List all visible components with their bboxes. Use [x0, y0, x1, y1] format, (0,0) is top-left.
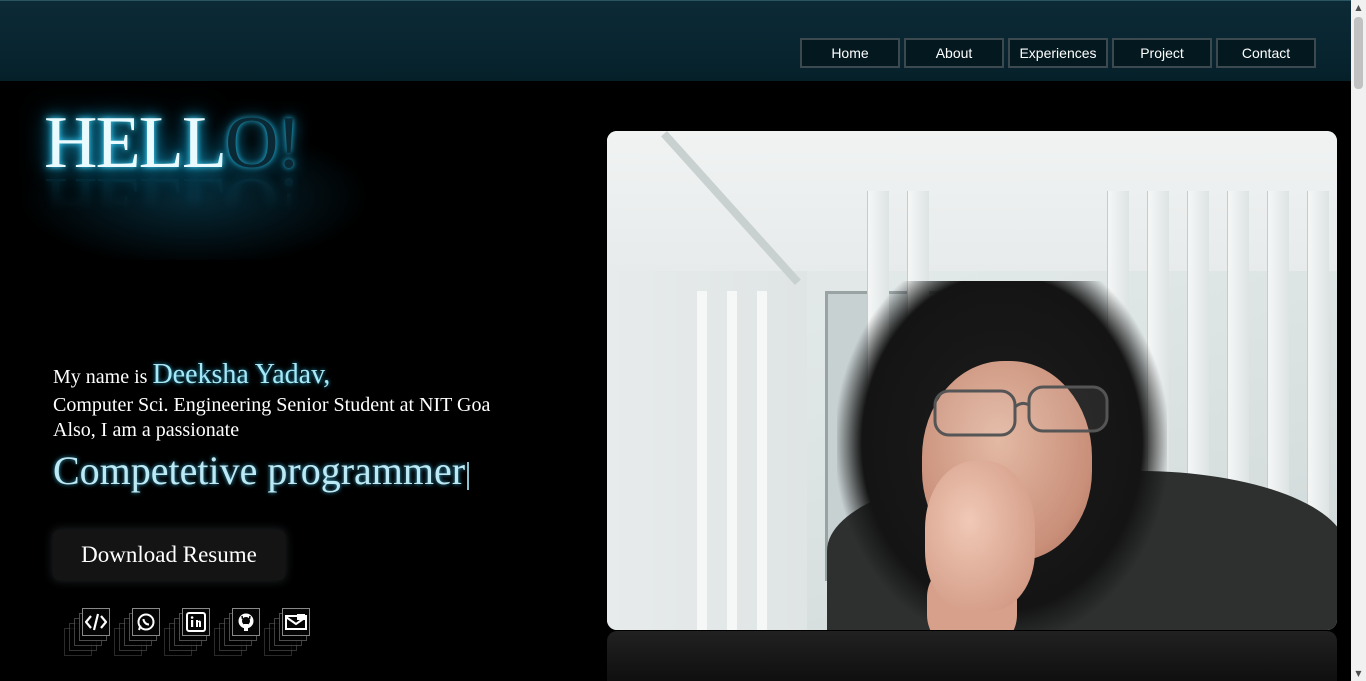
profile-photo	[607, 131, 1337, 630]
nav-about-button[interactable]: About	[904, 38, 1004, 68]
github-link[interactable]	[214, 608, 260, 656]
hello-heading: HELLO!	[44, 100, 301, 186]
linkedin-link[interactable]	[164, 608, 210, 656]
nav-experiences-button[interactable]: Experiences	[1008, 38, 1108, 68]
typed-text: Competetive programmer	[53, 446, 470, 496]
site-header: Home About Experiences Project Contact	[0, 0, 1351, 81]
email-link[interactable]	[264, 608, 310, 656]
passion-line: Also, I am a passionate	[53, 419, 240, 441]
scroll-down-arrow-icon[interactable]: ▼	[1354, 669, 1363, 678]
person-name: Deeksha Yadav,	[152, 359, 331, 390]
role-line: Computer Sci. Engineering Senior Student…	[53, 394, 491, 416]
intro-prefix: My name is	[53, 366, 153, 388]
hello-heading-dim: O!	[225, 102, 301, 184]
linkedin-icon	[182, 608, 210, 636]
github-icon	[232, 608, 260, 636]
code-icon	[82, 608, 110, 636]
typing-caret	[467, 462, 470, 490]
typed-text-value: Competetive programmer	[53, 448, 466, 493]
photo-blind-stripe	[727, 291, 737, 630]
photo-person-hand	[925, 461, 1035, 611]
social-links	[64, 608, 310, 656]
nav-home-button[interactable]: Home	[800, 38, 900, 68]
nav-contact-button[interactable]: Contact	[1216, 38, 1316, 68]
whatsapp-link[interactable]	[114, 608, 160, 656]
intro-text: My name is Deeksha Yadav, Computer Sci. …	[53, 359, 533, 496]
intro-line: My name is Deeksha Yadav,	[53, 359, 533, 393]
mail-icon	[282, 608, 310, 636]
photo-glasses	[933, 385, 1109, 437]
hello-heading-block: HELLO! HELLO!	[4, 100, 384, 260]
nav-project-button[interactable]: Project	[1112, 38, 1212, 68]
whatsapp-icon	[132, 608, 160, 636]
hello-heading-bright: HELL	[44, 102, 227, 184]
scrollbar-thumb[interactable]	[1354, 17, 1363, 89]
profile-photo-reflection	[607, 631, 1337, 681]
code-profile-link[interactable]	[64, 608, 110, 656]
photo-blind-stripe	[757, 291, 767, 630]
download-resume-button[interactable]: Download Resume	[53, 530, 285, 580]
photo-blind-stripe	[697, 291, 707, 630]
scroll-up-arrow-icon[interactable]: ▲	[1354, 3, 1363, 12]
page-scrollbar[interactable]: ▲ ▼	[1351, 0, 1366, 681]
main-nav: Home About Experiences Project Contact	[800, 38, 1316, 68]
